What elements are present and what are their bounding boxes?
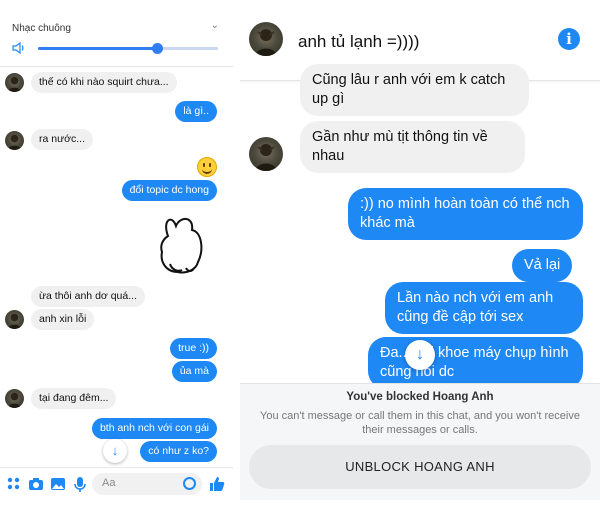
camera-icon[interactable] [28,476,44,492]
info-icon[interactable]: i [558,28,580,50]
avatar[interactable] [5,389,24,408]
left-chat-screenshot: Nhạc chuông ⌄ thế có khi nào squirt chưa… [0,0,233,500]
message-outgoing[interactable]: là gì.. [175,101,217,122]
avatar[interactable] [249,22,283,56]
right-chat-screenshot: anh tủ lạnh =)))) i Cũng lâu r anh với e… [240,0,600,500]
avatar[interactable] [5,73,24,92]
message-input-placeholder: Aa [102,477,116,489]
message-incoming[interactable]: tại đang đêm... [31,388,117,409]
message-outgoing[interactable]: Lần nào nch với em anh cũng đề cập tới s… [385,282,583,334]
message-incoming[interactable]: ra nước... [31,129,94,150]
message-outgoing[interactable]: bth anh nch với con gái [91,418,217,439]
composer-bar: Aa [0,467,233,500]
message-outgoing[interactable]: true :)) [170,338,217,359]
divider [233,0,240,516]
contact-name[interactable]: anh tủ lạnh =)))) [298,32,419,52]
blocked-title: You've blocked Hoang Anh [346,391,494,403]
unblock-button[interactable]: UNBLOCK HOANG ANH [249,445,591,489]
avatar[interactable] [5,310,24,329]
message-outgoing[interactable]: :)) no mình hoàn toàn có thể nch khác mà [348,188,583,240]
message-incoming[interactable]: thế có khi nào squirt chưa... [31,72,177,93]
message-outgoing[interactable]: có như z ko? [140,441,217,462]
message-input[interactable]: Aa [92,473,202,495]
speaker-icon [12,42,24,54]
image-icon[interactable] [50,476,66,492]
volume-slider-handle[interactable] [151,43,163,54]
like-icon[interactable] [209,476,225,492]
microphone-icon[interactable] [72,476,88,492]
message-incoming[interactable]: Gần như mù tịt thông tin về nhau [300,121,525,173]
arrow-down-icon[interactable]: ↓ [405,340,435,370]
grid-icon[interactable] [6,476,22,492]
volume-slider[interactable] [38,43,218,54]
volume-slider-fill [38,47,157,50]
emoji-icon[interactable] [183,477,196,490]
ringtone-volume-panel: Nhạc chuông ⌄ [0,0,233,67]
message-outgoing[interactable]: Vả lại [512,249,573,282]
volume-title: Nhạc chuông [12,23,71,34]
chevron-down-icon[interactable]: ⌄ [211,20,219,31]
arrow-down-icon[interactable]: ↓ [103,439,127,463]
message-outgoing[interactable]: đổi topic dc hong [121,180,217,201]
bunny-sticker-icon[interactable] [156,210,208,276]
message-outgoing[interactable]: ủa mà [171,361,217,382]
avatar[interactable] [249,137,283,171]
message-incoming[interactable]: Cũng lâu r anh với em k catch up gì [300,64,529,116]
message-incoming[interactable]: ừa thôi anh dơ quá... [31,286,145,307]
message-incoming[interactable]: anh xin lỗi [31,309,95,330]
message-outgoing[interactable]: Đa... hồi khoe máy chụp hình cũng nói dc [368,337,583,389]
blocked-subtitle: You can't message or call them in this c… [260,410,580,436]
avatar[interactable] [5,131,24,150]
smile-emoji-icon [197,157,217,177]
blocked-notice: You've blocked Hoang Anh You can't messa… [240,383,600,500]
